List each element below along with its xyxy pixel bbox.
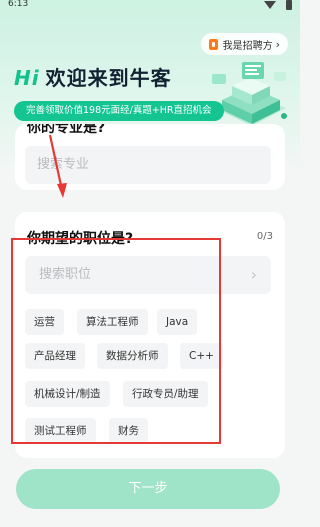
position-search-placeholder: 搜索职位 bbox=[39, 267, 92, 282]
selection-counter: 0/3 bbox=[256, 231, 273, 242]
promo-banner[interactable]: 完善领取价值198元面经/真题+HR直招机会 bbox=[14, 101, 224, 121]
chevron-right-icon: › bbox=[275, 37, 280, 51]
position-search-input[interactable]: 搜索职位 › bbox=[25, 256, 271, 294]
welcome-title: Hi 欢迎来到牛客 bbox=[14, 62, 172, 91]
major-search-input[interactable]: 搜索专业 bbox=[25, 146, 271, 184]
recruiter-entry-button[interactable]: 我是招聘方 › bbox=[200, 33, 288, 55]
major-question-title: 你的专业是? bbox=[27, 124, 106, 136]
position-chip[interactable]: 产品经理 bbox=[25, 343, 85, 369]
position-question-title: 你期望的职位是? bbox=[27, 231, 134, 247]
position-chip[interactable]: 财务 bbox=[109, 418, 148, 444]
position-chip[interactable]: 测试工程师 bbox=[25, 418, 96, 444]
next-step-button[interactable]: 下一步 bbox=[16, 469, 280, 509]
status-time: 6:13 bbox=[8, 0, 29, 9]
recruiter-entry-label: 我是招聘方 bbox=[222, 40, 273, 52]
position-chip[interactable]: 算法工程师 bbox=[77, 309, 148, 335]
welcome-text: 欢迎来到牛客 bbox=[45, 66, 172, 90]
chevron-right-icon: › bbox=[250, 265, 257, 284]
position-chip[interactable]: 机械设计/制造 bbox=[25, 381, 110, 407]
position-chip[interactable]: 运营 bbox=[25, 309, 64, 335]
position-card: 你期望的职位是? 0/3 搜索职位 › 运营 算法工程师 Java 产品经理 数… bbox=[15, 212, 285, 458]
status-icons bbox=[252, 0, 292, 10]
recruiter-logo-icon bbox=[208, 38, 218, 50]
position-chip[interactable]: C++ bbox=[180, 343, 223, 369]
status-bar: 6:13 bbox=[0, 0, 300, 16]
major-card: 你的专业是? 搜索专业 bbox=[15, 124, 285, 190]
server-illustration-icon bbox=[212, 62, 287, 126]
position-chip[interactable]: 行政专员/助理 bbox=[123, 381, 208, 407]
position-chip[interactable]: 数据分析师 bbox=[97, 343, 168, 369]
battery-icon bbox=[286, 0, 292, 10]
welcome-hi: Hi bbox=[14, 66, 40, 90]
signal-icon bbox=[264, 1, 276, 9]
position-chip[interactable]: Java bbox=[157, 309, 198, 335]
